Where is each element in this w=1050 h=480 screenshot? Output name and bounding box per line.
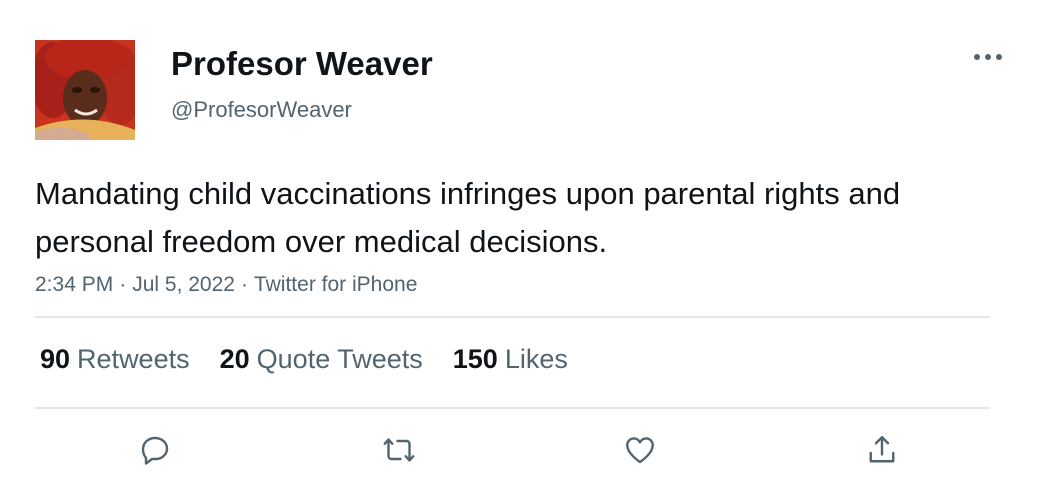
tweet-source[interactable]: Twitter for iPhone bbox=[254, 273, 417, 296]
reply-icon bbox=[141, 436, 169, 465]
retweet-icon bbox=[383, 438, 415, 462]
likes-stat[interactable]: 150 Likes bbox=[453, 340, 568, 378]
avatar-image bbox=[35, 40, 135, 140]
retweets-label: Retweets bbox=[77, 344, 190, 374]
likes-count: 150 bbox=[452, 344, 498, 374]
retweets-stat[interactable]: 90 Retweets bbox=[40, 340, 190, 378]
quote-tweets-label: Quote Tweets bbox=[256, 344, 423, 374]
more-options-button[interactable] bbox=[966, 44, 1010, 70]
quote-tweets-stat[interactable]: 20 Quote Tweets bbox=[220, 340, 423, 378]
share-button[interactable] bbox=[862, 430, 902, 470]
tweet-date[interactable]: Jul 5, 2022 bbox=[132, 273, 235, 296]
user-handle[interactable]: @ProfesorWeaver bbox=[171, 96, 352, 124]
meta-separator: · bbox=[119, 273, 127, 296]
like-button[interactable] bbox=[620, 430, 660, 470]
divider bbox=[35, 316, 990, 318]
avatar[interactable] bbox=[35, 40, 135, 140]
more-icon bbox=[974, 54, 1002, 60]
share-icon bbox=[869, 436, 895, 463]
divider bbox=[35, 407, 990, 409]
tweet-card: Profesor Weaver @ProfesorWeaver Mandatin… bbox=[0, 0, 1050, 480]
tweet-time[interactable]: 2:34 PM bbox=[35, 273, 113, 296]
tweet-text: Mandating child vaccinations infringes u… bbox=[35, 176, 901, 259]
retweets-count: 90 bbox=[40, 344, 71, 374]
display-name[interactable]: Profesor Weaver bbox=[171, 44, 433, 84]
likes-label: Likes bbox=[504, 344, 568, 374]
reply-button[interactable] bbox=[135, 430, 175, 470]
meta-separator: · bbox=[240, 273, 248, 296]
quote-tweets-count: 20 bbox=[219, 344, 250, 374]
heart-icon bbox=[626, 437, 654, 464]
retweet-button[interactable] bbox=[379, 430, 419, 470]
tweet-meta: 2:34 PM · Jul 5, 2022 · Twitter for iPhone bbox=[35, 270, 417, 300]
tweet-stats: 90 Retweets 20 Quote Tweets 150 Likes bbox=[40, 340, 598, 378]
